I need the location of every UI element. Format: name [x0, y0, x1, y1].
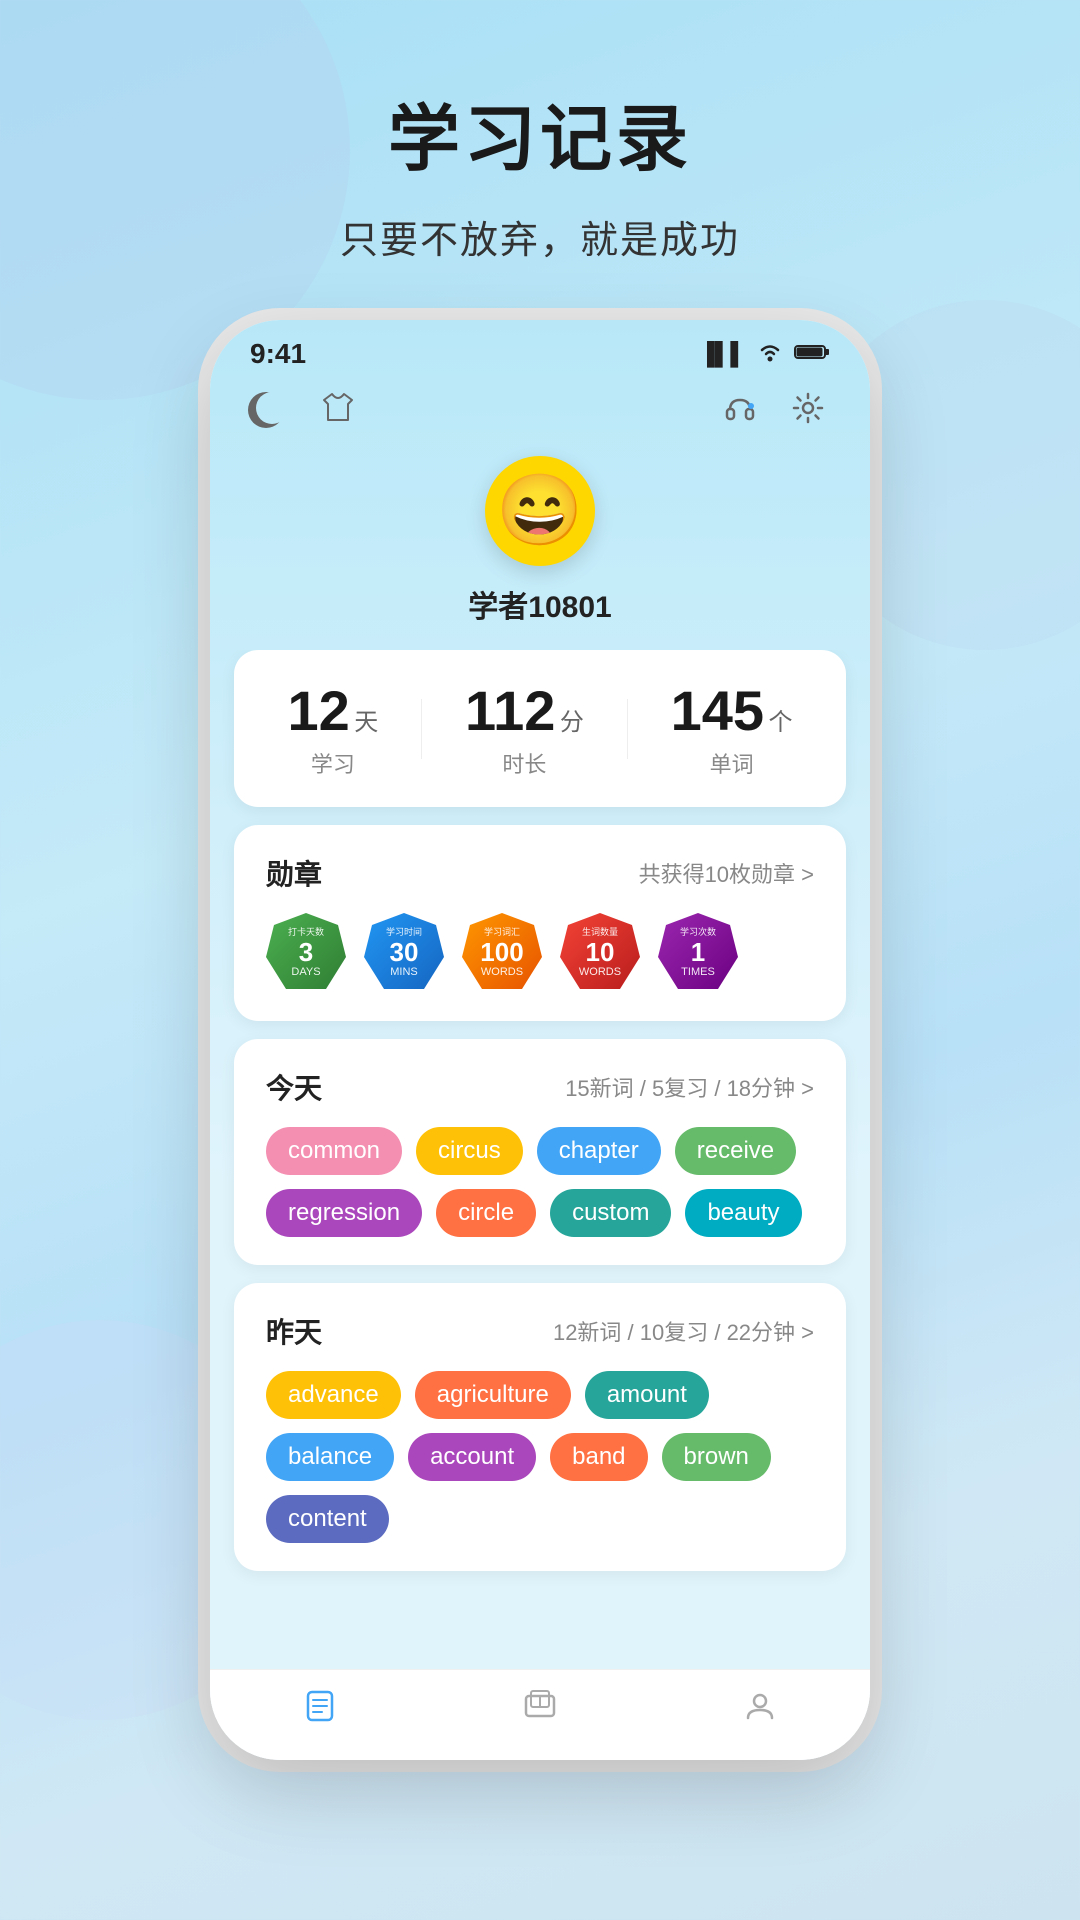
stat-minutes: 112 分 时长 [465, 678, 584, 779]
today-card: 今天 15新词 / 5复习 / 18分钟 > common circus cha… [234, 1039, 846, 1265]
status-bar: 9:41 ▐▌▌ [210, 320, 870, 370]
word-tag-common[interactable]: common [266, 1127, 402, 1175]
word-tag-advance[interactable]: advance [266, 1371, 401, 1419]
word-tag-balance[interactable]: balance [266, 1433, 394, 1481]
wifi-icon [756, 340, 784, 368]
word-tag-custom[interactable]: custom [550, 1189, 671, 1237]
stat-words: 145 个 单词 [671, 678, 793, 779]
word-tag-brown[interactable]: brown [662, 1433, 771, 1481]
word-tag-receive[interactable]: receive [675, 1127, 796, 1175]
word-tag-circle[interactable]: circle [436, 1189, 536, 1237]
stat-days: 12 天 学习 [287, 678, 378, 779]
username: 学者10801 [468, 582, 611, 626]
word-tag-chapter[interactable]: chapter [537, 1127, 661, 1175]
avatar-section: 😄 学者10801 [210, 446, 870, 650]
stat-minutes-label: 时长 [465, 747, 584, 779]
yesterday-title: 昨天 [266, 1311, 322, 1351]
badge-title: 勋章 [266, 853, 322, 893]
badge-link[interactable]: 共获得10枚勋章 > [639, 857, 814, 889]
stat-days-label: 学习 [287, 747, 378, 779]
word-tag-amount[interactable]: amount [585, 1371, 709, 1419]
tab-profile[interactable] [742, 1688, 778, 1732]
stat-minutes-unit: 分 [560, 709, 584, 736]
word-tag-beauty[interactable]: beauty [685, 1189, 801, 1237]
badge-row: 打卡天数 3 DAYS 学习时间 30 MINS [266, 913, 814, 993]
tab-record-icon [302, 1688, 338, 1732]
phone-mockup: 9:41 ▐▌▌ [210, 320, 870, 1760]
tab-bar [210, 1669, 870, 1760]
shirt-icon[interactable] [316, 386, 360, 430]
badge-3days: 打卡天数 3 DAYS [266, 913, 346, 993]
word-tag-band[interactable]: band [550, 1433, 647, 1481]
word-tag-circus[interactable]: circus [416, 1127, 523, 1175]
stat-words-unit: 个 [769, 709, 793, 736]
moon-icon[interactable] [250, 386, 294, 430]
tab-study-icon [522, 1688, 558, 1732]
tab-study[interactable] [522, 1688, 558, 1732]
badge-30mins: 学习时间 30 MINS [364, 913, 444, 993]
battery-icon [794, 341, 830, 367]
stat-minutes-number: 112 [465, 679, 555, 742]
word-tag-agriculture[interactable]: agriculture [415, 1371, 571, 1419]
word-tag-content[interactable]: content [266, 1495, 389, 1543]
status-time: 9:41 [250, 338, 306, 370]
nav-bar [210, 370, 870, 446]
yesterday-card: 昨天 12新词 / 10复习 / 22分钟 > advance agricult… [234, 1283, 846, 1571]
stats-card: 12 天 学习 112 分 时长 145 个 [234, 650, 846, 807]
badge-card: 勋章 共获得10枚勋章 > 打卡天数 3 DAYS 学习时间 [234, 825, 846, 1021]
badge-1times: 学习次数 1 TIMES [658, 913, 738, 993]
yesterday-words: advance agriculture amount balance accou… [266, 1371, 814, 1543]
avatar: 😄 [485, 456, 595, 566]
stat-days-unit: 天 [354, 709, 378, 736]
stat-days-number: 12 [287, 679, 349, 742]
tab-profile-icon [742, 1688, 778, 1732]
signal-icon: ▐▌▌ [699, 341, 746, 367]
stat-words-label: 单词 [671, 747, 793, 779]
tab-record[interactable] [302, 1688, 338, 1732]
badge-100words: 学习词汇 100 WORDS [462, 913, 542, 993]
today-title: 今天 [266, 1067, 322, 1107]
today-words: common circus chapter receive regression… [266, 1127, 814, 1237]
page-subtitle: 只要不放弃，就是成功 [0, 209, 1080, 264]
stat-words-number: 145 [671, 679, 764, 742]
page-title: 学习记录 [0, 80, 1080, 185]
word-tag-regression[interactable]: regression [266, 1189, 422, 1237]
headphone-icon[interactable] [718, 386, 762, 430]
yesterday-stats[interactable]: 12新词 / 10复习 / 22分钟 > [553, 1315, 814, 1347]
word-tag-account[interactable]: account [408, 1433, 536, 1481]
today-stats[interactable]: 15新词 / 5复习 / 18分钟 > [565, 1071, 814, 1103]
badge-10words: 生词数量 10 WORDS [560, 913, 640, 993]
settings-icon[interactable] [786, 386, 830, 430]
